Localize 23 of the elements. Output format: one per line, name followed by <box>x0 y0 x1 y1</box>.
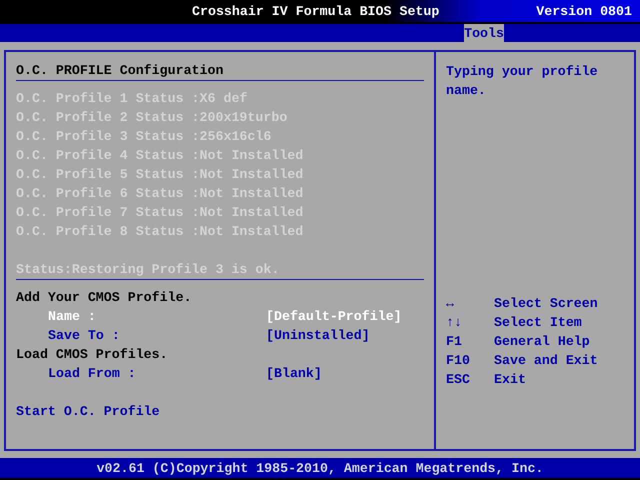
key-description: Exit <box>494 371 526 389</box>
key-description: General Help <box>494 333 590 351</box>
key-description: Select Item <box>494 314 582 332</box>
key-label: F1 <box>446 333 463 351</box>
section-title: O.C. PROFILE Configuration <box>16 62 224 80</box>
option-label[interactable]: Save To : <box>48 326 266 345</box>
option-label[interactable]: Load From : <box>48 364 266 383</box>
key-description: Select Screen <box>494 295 598 313</box>
version-label: Version 0801 <box>536 4 632 18</box>
group-heading: Add Your CMOS Profile. <box>16 289 192 307</box>
key-label: ESC <box>446 371 471 389</box>
help-text: Typing your profile name. <box>446 63 599 100</box>
option-value[interactable]: [Uninstalled] <box>266 326 370 345</box>
bios-title: Crosshair IV Formula BIOS Setup <box>192 4 440 18</box>
key-description: Save and Exit <box>494 352 598 370</box>
key-label: F10 <box>446 352 471 370</box>
key-label: ↑↓ <box>446 314 463 332</box>
key-label: ↔ <box>446 295 455 313</box>
group-heading: Load CMOS Profiles. <box>16 346 168 364</box>
menu-item[interactable]: Start O.C. Profile <box>16 402 160 421</box>
copyright-text: v02.61 (C)Copyright 1985-2010, American Megatrends, Inc. <box>96 460 544 476</box>
tab[interactable]: Tools <box>464 24 504 42</box>
option-value[interactable]: [Blank] <box>266 364 322 383</box>
